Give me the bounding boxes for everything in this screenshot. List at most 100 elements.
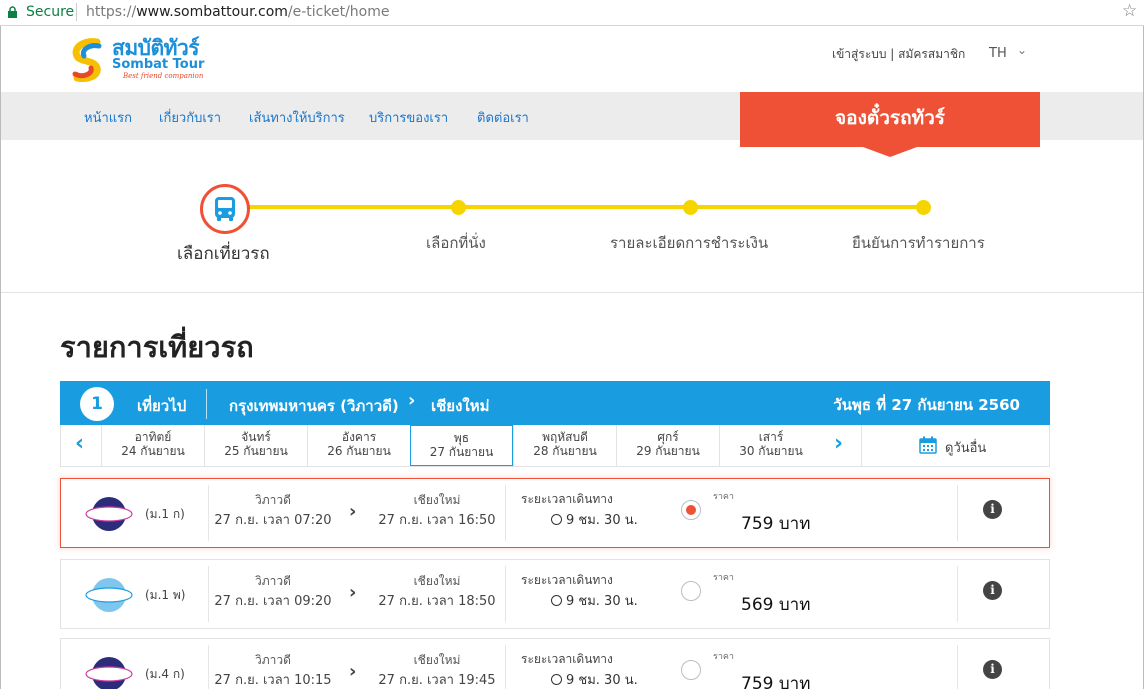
column-divider [957, 566, 958, 622]
site-logo[interactable]: สมบัติทัวร์ Sombat Tour Best friend comp… [69, 36, 209, 82]
clock-icon [551, 674, 562, 685]
super-badge-logo [85, 578, 133, 612]
trip-result-row[interactable]: (ม.1 ก) วิภาวดี 27 ก.ย. เวลา 07:20 › เชี… [60, 478, 1050, 548]
chevron-right-icon: › [349, 661, 357, 682]
nav-item-services[interactable]: บริการของเรา [369, 107, 448, 128]
trip-separator [206, 389, 207, 419]
calendar-icon [919, 436, 937, 454]
bookmark-star-icon[interactable]: ☆ [1122, 2, 1137, 20]
date-tab-date: 28 กันยายน [533, 444, 597, 458]
select-trip-radio[interactable] [681, 581, 701, 601]
trip-result-row[interactable]: (ม.1 พ) วิภาวดี 27 ก.ย. เวลา 09:20 › เชี… [60, 559, 1050, 629]
date-tab[interactable]: อาทิตย์ 24 กันยายน [101, 425, 204, 466]
bus-icon [215, 197, 235, 221]
date-tab-selected[interactable]: พุธ 27 กันยายน [410, 425, 513, 466]
select-trip-radio[interactable] [681, 500, 701, 520]
book-button-pointer [863, 147, 917, 157]
chevron-right-icon: › [349, 501, 357, 522]
logo-tagline: Best friend companion [123, 72, 204, 80]
column-divider [957, 645, 958, 689]
trip-header: 1 เที่ยวไป กรุงเทพมหานคร (วิภาวดี) › เชี… [60, 381, 1050, 425]
departure-time: 27 ก.ย. เวลา 07:20 [214, 513, 332, 528]
duration: 9 ชม. 30 น. [551, 669, 638, 689]
arrival-station: เชียงใหม่ [413, 493, 461, 507]
price-label: ราคา [713, 573, 734, 583]
arrival-station: เชียงใหม่ [413, 653, 461, 667]
trip-result-row[interactable]: (ม.4 ก) วิภาวดี 27 ก.ย. เวลา 10:15 › เชี… [60, 638, 1050, 689]
nav-item-about[interactable]: เกี่ยวกับเรา [159, 107, 221, 128]
departure-station: วิภาวดี [255, 653, 291, 667]
language-selector[interactable]: TH [989, 46, 1007, 61]
price-label: ราคา [713, 492, 734, 502]
column-divider [957, 485, 958, 541]
login-register-link[interactable]: เข้าสู่ระบบ | สมัครสมาชิก [832, 45, 965, 64]
lock-icon [8, 6, 17, 18]
duration: 9 ชม. 30 น. [551, 509, 638, 530]
nav-item-routes[interactable]: เส้นทางให้บริการ [249, 107, 345, 128]
progress-line [226, 205, 925, 209]
price-label: ราคา [713, 652, 734, 662]
price-value: 569 บาท [741, 595, 811, 615]
step-1-marker [200, 184, 250, 234]
date-tab[interactable]: อังคาร 26 กันยายน [307, 425, 410, 466]
bus-class: (ม.1 พ) [145, 588, 186, 602]
next-dates-chevron-icon[interactable]: › [834, 431, 843, 456]
info-icon[interactable]: i [983, 500, 1002, 519]
url-field[interactable]: https://www.sombattour.com/e-ticket/home [86, 4, 389, 20]
step-2-marker [451, 200, 466, 215]
info-icon[interactable]: i [983, 581, 1002, 600]
duration: 9 ชม. 30 น. [551, 590, 638, 611]
url-path: /e-ticket/home [287, 4, 390, 20]
duration-value: 9 ชม. 30 น. [566, 673, 638, 688]
date-tab-date: 29 กันยายน [636, 444, 700, 458]
date-tab-day: พุธ [453, 431, 470, 445]
column-divider [505, 566, 506, 622]
step-4-label: ยืนยันการทำรายการ [852, 234, 985, 252]
date-tab-day: พฤหัสบดี [542, 430, 588, 444]
column-divider [505, 645, 506, 689]
browser-address-bar: Secure https://www.sombattour.com/e-tick… [0, 0, 1144, 26]
other-day-label: ดูวันอื่น [945, 441, 987, 456]
column-divider [505, 485, 506, 541]
chevron-right-icon: › [408, 390, 416, 411]
arrival-time: 27 ก.ย. เวลา 16:50 [378, 513, 496, 528]
url-scheme: https:// [86, 4, 137, 20]
departure-time: 27 ก.ย. เวลา 09:20 [214, 594, 332, 609]
select-trip-radio[interactable] [681, 660, 701, 680]
date-tab-date: 27 กันยายน [429, 445, 494, 459]
nav-item-home[interactable]: หน้าแรก [84, 107, 132, 128]
date-selector: ‹ อาทิตย์ 24 กันยายน จันทร์ 25 กันยายน อ… [60, 425, 1050, 467]
departure-time: 27 ก.ย. เวลา 10:15 [214, 673, 332, 688]
other-day-button[interactable]: ดูวันอื่น [861, 425, 1050, 466]
date-tab[interactable]: เสาร์ 30 กันยายน [719, 425, 822, 466]
date-tab[interactable]: พฤหัสบดี 28 กันยายน [513, 425, 616, 466]
prev-dates-chevron-icon[interactable]: ‹ [75, 431, 84, 456]
trip-origin: กรุงเทพมหานคร (วิภาวดี) [229, 397, 399, 415]
arrival-time: 27 ก.ย. เวลา 18:50 [378, 594, 496, 609]
trip-destination: เชียงใหม่ [431, 397, 490, 415]
divider [1, 292, 1143, 293]
date-tab-date: 24 กันยายน [121, 444, 185, 458]
date-tab-date: 26 กันยายน [327, 444, 391, 458]
clock-icon [551, 595, 562, 606]
bus-class: (ม.1 ก) [145, 507, 185, 521]
date-tab-date: 30 กันยายน [739, 444, 803, 458]
trip-date: วันพุธ ที่ 27 กันยายน 2560 [833, 396, 1020, 414]
chevron-right-icon: › [349, 582, 357, 603]
step-2-label: เลือกที่นั่ง [426, 234, 486, 252]
arrival-station: เชียงใหม่ [413, 574, 461, 588]
date-tab[interactable]: จันทร์ 25 กันยายน [204, 425, 307, 466]
nav-item-contact[interactable]: ติดต่อเรา [477, 107, 529, 128]
date-tab[interactable]: ศุกร์ 29 กันยายน [616, 425, 719, 466]
info-icon[interactable]: i [983, 660, 1002, 679]
departure-station: วิภาวดี [255, 493, 291, 507]
logo-english-text: Sombat Tour [112, 57, 205, 72]
price-value: 759 บาท [741, 514, 811, 534]
date-tab-day: อาทิตย์ [134, 430, 172, 444]
price-value: 759 บาท [741, 674, 811, 689]
date-tab-date: 25 กันยายน [224, 444, 288, 458]
step-1-label: เลือกเที่ยวรถ [177, 244, 270, 264]
chevron-down-icon[interactable]: ⌄ [1017, 43, 1027, 57]
book-ticket-button[interactable]: จองตั๋วรถทัวร์ [740, 92, 1040, 147]
duration-label: ระยะเวลาเดินทาง [521, 573, 613, 587]
